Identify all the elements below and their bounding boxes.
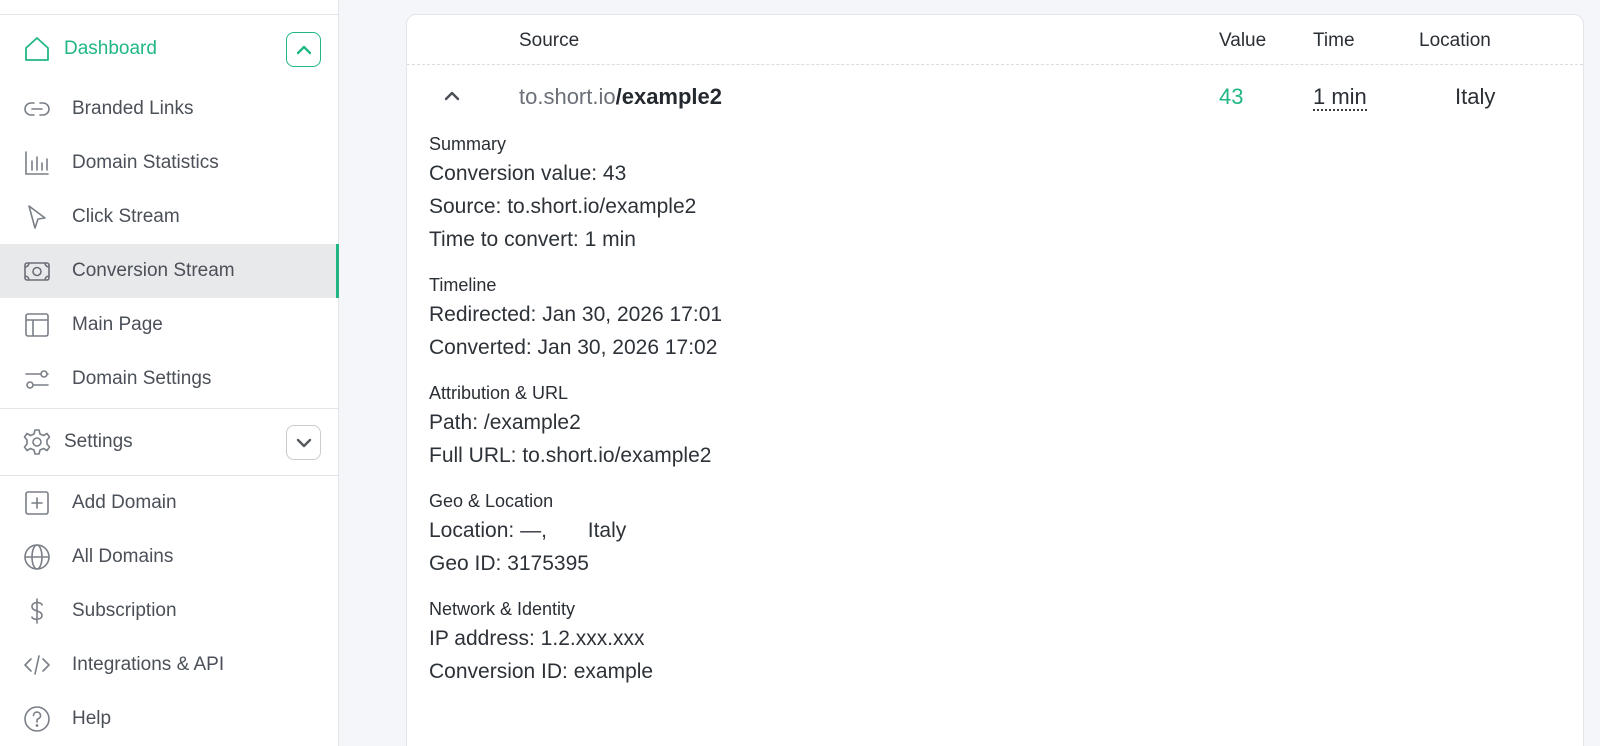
column-header-source: Source: [519, 30, 580, 51]
detail-line: Converted: Jan 30, 2026 17:02: [429, 336, 718, 359]
chevron-up-icon: [289, 35, 319, 65]
sidebar-item-main-page[interactable]: Main Page: [0, 298, 338, 352]
sidebar-item-label: Integrations & API: [72, 654, 225, 675]
sidebar-item-domain-settings[interactable]: Domain Settings: [0, 352, 338, 406]
row-details: Summary Conversion value: 43 Source: to.…: [429, 131, 722, 704]
code-icon: [22, 650, 52, 680]
detail-line: Conversion value: 43: [429, 162, 627, 185]
column-header-value: Value: [1219, 30, 1267, 51]
time-abbr: 1 min: [1313, 84, 1367, 111]
sidebar-section-settings[interactable]: Settings: [0, 409, 338, 475]
details-geo: Geo & Location Location: —, Italy Geo ID…: [429, 488, 722, 580]
section-title: Network & Identity: [429, 599, 576, 619]
sidebar-section-dashboard[interactable]: Dashboard: [0, 16, 338, 82]
cursor-icon: [22, 202, 52, 232]
sidebar-section-label: Settings: [64, 431, 133, 452]
help-circle-icon: [22, 704, 52, 734]
detail-line: Source: to.short.io/example2: [429, 195, 697, 218]
globe-icon: [22, 542, 52, 572]
detail-line: Time to convert: 1 min: [429, 228, 636, 251]
row-time: 1 min: [1313, 84, 1367, 111]
table-row[interactable]: to.short.io/example2 43 1 min Italy: [407, 65, 1583, 127]
column-header-time: Time: [1313, 30, 1355, 51]
sidebar-item-add-domain[interactable]: Add Domain: [0, 476, 338, 530]
home-icon: [22, 34, 52, 64]
details-timeline: Timeline Redirected: Jan 30, 2026 17:01 …: [429, 272, 722, 364]
sidebar-item-conversion-stream[interactable]: Conversion Stream: [0, 244, 339, 298]
source-domain: to.short.io: [519, 84, 616, 109]
plus-square-icon: [22, 488, 52, 518]
sliders-icon: [22, 364, 52, 394]
sidebar-item-label: Add Domain: [72, 492, 177, 513]
sidebar-item-label: All Domains: [72, 546, 174, 567]
details-network: Network & Identity IP address: 1.2.xxx.x…: [429, 596, 722, 688]
sidebar-item-all-domains[interactable]: All Domains: [0, 530, 338, 584]
sidebar-item-label: Domain Settings: [72, 368, 212, 389]
detail-line: Geo ID: 3175395: [429, 552, 589, 575]
section-title: Attribution & URL: [429, 383, 569, 403]
collapse-dashboard-button[interactable]: [286, 32, 321, 67]
conversion-stream-table: Source Value Time Location to.short.io/e…: [406, 14, 1584, 746]
sidebar-item-label: Branded Links: [72, 98, 194, 119]
sidebar-item-label: Help: [72, 708, 112, 729]
row-source-link[interactable]: to.short.io/example2: [519, 84, 722, 110]
detail-line: Path: /example2: [429, 411, 581, 434]
expand-settings-button[interactable]: [286, 425, 321, 460]
details-summary: Summary Conversion value: 43 Source: to.…: [429, 131, 722, 256]
table-header: Source Value Time Location: [407, 15, 1583, 65]
sidebar-item-label: Conversion Stream: [72, 260, 235, 281]
sidebar-item-help[interactable]: Help: [0, 692, 338, 746]
sidebar-item-label: Click Stream: [72, 206, 180, 227]
sidebar-item-integrations-api[interactable]: Integrations & API: [0, 638, 338, 692]
detail-line: IP address: 1.2.xxx.xxx: [429, 627, 645, 650]
chevron-up-icon: [437, 81, 467, 111]
detail-line: Location: —, Italy: [429, 519, 627, 542]
sidebar-item-click-stream[interactable]: Click Stream: [0, 190, 338, 244]
bar-chart-icon: [22, 148, 52, 178]
sidebar-top-divider: [0, 14, 338, 15]
dollar-icon: [22, 596, 52, 626]
sidebar-item-label: Subscription: [72, 600, 177, 621]
layout-icon: [22, 310, 52, 340]
detail-line: Full URL: to.short.io/example2: [429, 444, 712, 467]
section-title: Timeline: [429, 275, 497, 295]
collapse-row-button[interactable]: [435, 81, 469, 111]
sidebar-item-label: Main Page: [72, 314, 163, 335]
chevron-down-icon: [289, 428, 319, 458]
sidebar-item-subscription[interactable]: Subscription: [0, 584, 338, 638]
row-location: Italy: [1455, 84, 1496, 109]
column-header-location: Location: [1419, 30, 1491, 51]
detail-line: Conversion ID: example: [429, 660, 654, 683]
section-title: Geo & Location: [429, 491, 554, 511]
source-path: /example2: [615, 84, 723, 109]
money-icon: [22, 256, 52, 286]
link-icon: [22, 94, 52, 124]
section-title: Summary: [429, 134, 507, 154]
detail-line: Redirected: Jan 30, 2026 17:01: [429, 303, 723, 326]
sidebar-item-branded-links[interactable]: Branded Links: [0, 82, 338, 136]
sidebar: Dashboard Branded Links Domain Statistic…: [0, 0, 339, 746]
sidebar-item-label: Domain Statistics: [72, 152, 219, 173]
details-attribution: Attribution & URL Path: /example2 Full U…: [429, 380, 722, 472]
sidebar-section-label: Dashboard: [64, 38, 157, 59]
sidebar-item-domain-statistics[interactable]: Domain Statistics: [0, 136, 338, 190]
row-value: 43: [1219, 84, 1244, 109]
gear-icon: [22, 427, 52, 457]
